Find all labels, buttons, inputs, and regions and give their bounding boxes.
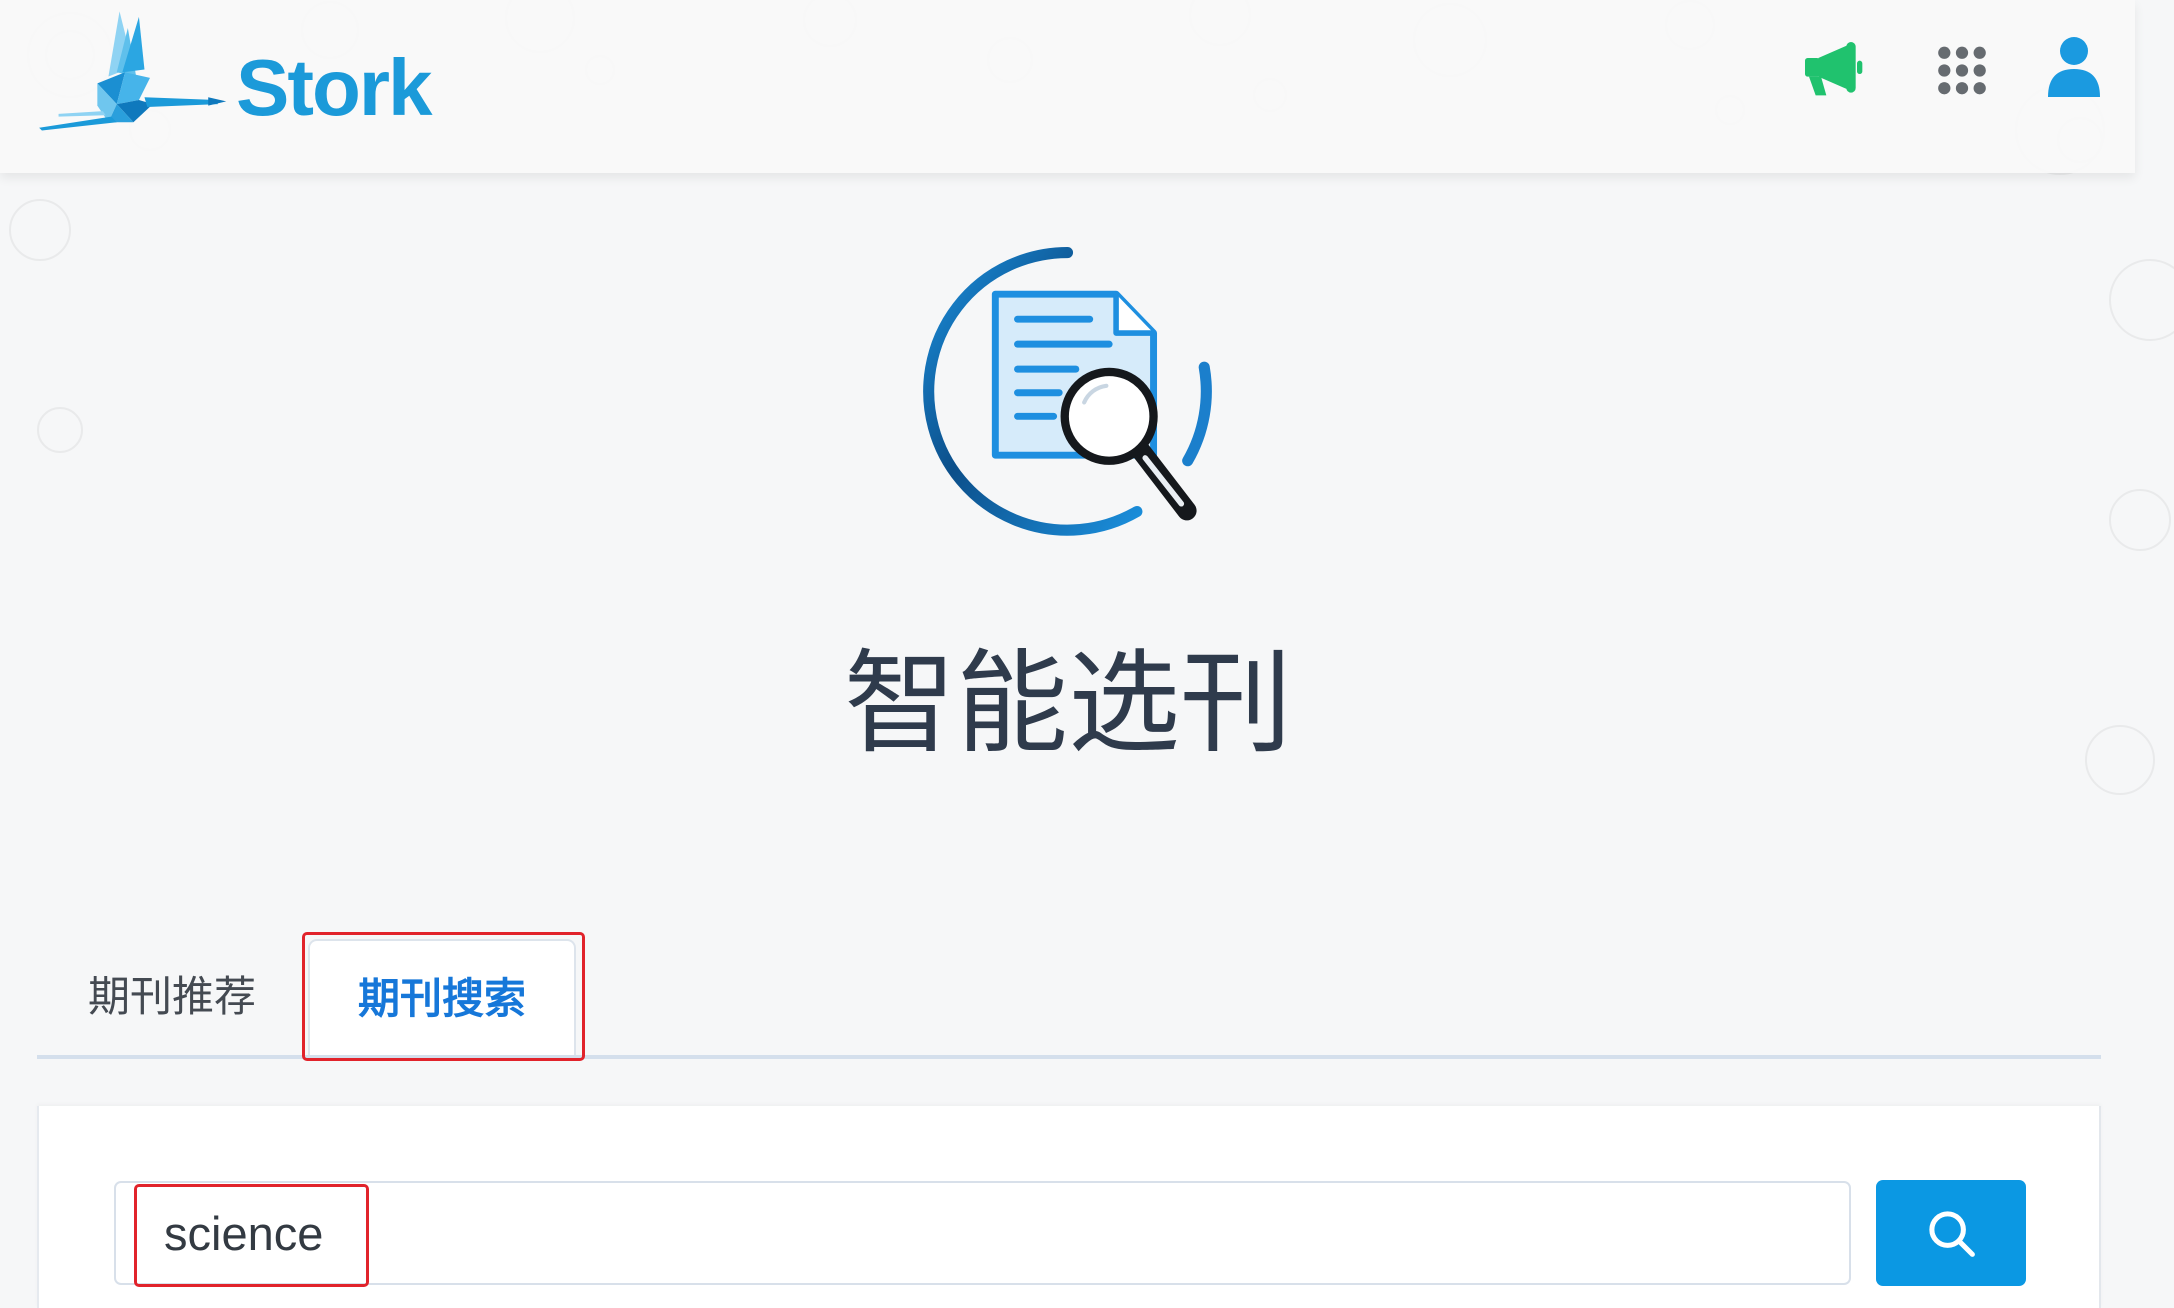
brand-name[interactable]: Stork	[236, 48, 432, 128]
search-button[interactable]	[1876, 1180, 2026, 1286]
search-input[interactable]	[114, 1181, 1851, 1285]
tab-journal-recommend[interactable]: 期刊推荐	[47, 939, 297, 1055]
search-icon	[1929, 1211, 1975, 1257]
page-title: 智能选刊	[844, 639, 1292, 769]
tab-journal-search[interactable]: 期刊搜索	[308, 939, 576, 1055]
tab-bar-divider	[37, 1055, 2101, 1059]
stork-logo[interactable]	[35, 7, 229, 139]
megaphone-icon[interactable]	[1802, 42, 1864, 98]
page: Stork 智能选刊 期刊推荐 期刊搜索 science	[0, 0, 2174, 1308]
document-search-icon	[923, 246, 1212, 536]
grid-icon[interactable]	[1937, 46, 1987, 95]
user-icon[interactable]	[2046, 35, 2102, 97]
